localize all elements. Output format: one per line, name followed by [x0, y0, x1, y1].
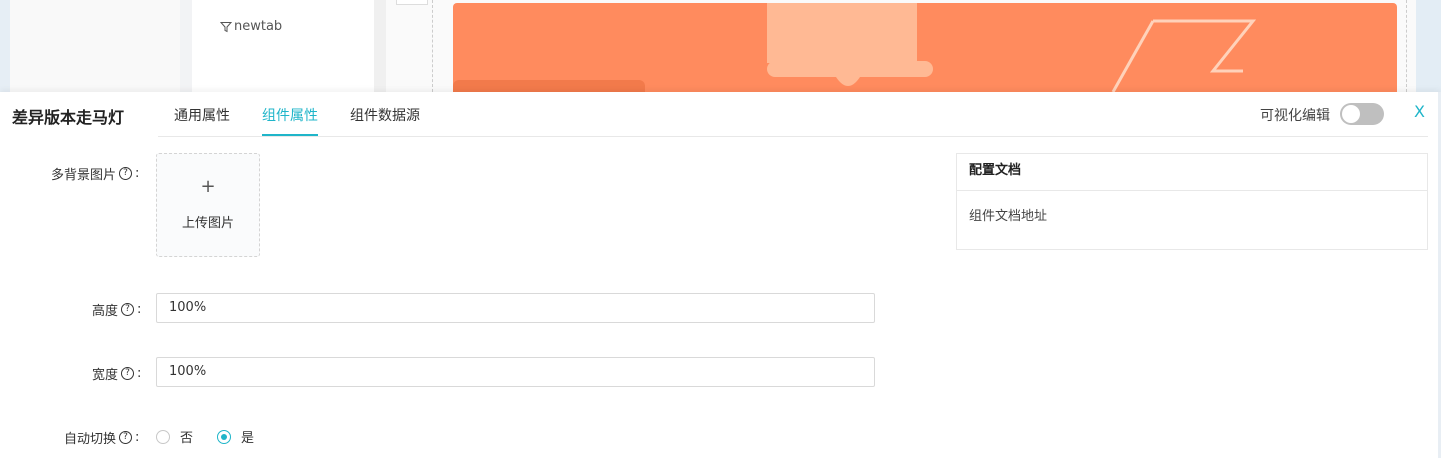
radio-autoplay-yes[interactable]: [217, 429, 232, 444]
tab-component-props[interactable]: 组件属性: [262, 105, 318, 125]
radio-autoplay-no[interactable]: [156, 429, 170, 444]
visual-edit-label: 可视化编辑: [1260, 108, 1330, 124]
canvas-guide-right: [1406, 0, 1407, 92]
help-icon[interactable]: ?: [121, 367, 135, 380]
help-icon[interactable]: ?: [121, 303, 135, 316]
toggle-knob: [1342, 105, 1360, 123]
label-colon: :: [137, 302, 142, 317]
component-sidebar: [10, 0, 180, 92]
banner-illustration: [453, 3, 1257, 92]
height-label-row: 高度 ? :: [92, 300, 141, 319]
layer-tree-gutter: [374, 0, 386, 92]
tree-item-newtab[interactable]: newtab: [220, 19, 282, 34]
bg-images-label-row: 多背景图片 ? :: [51, 164, 139, 183]
width-input[interactable]: [156, 357, 875, 387]
config-doc-card: 配置文档 组件文档地址: [956, 153, 1428, 250]
plus-icon: +: [200, 176, 216, 197]
tree-item-label: newtab: [234, 19, 283, 34]
carousel-preview-banner[interactable]: [453, 3, 1397, 92]
layer-tree: [192, 0, 374, 92]
tab-divider: [158, 136, 1428, 137]
autoplay-label: 自动切换: [64, 432, 117, 447]
radio-autoplay-yes-label[interactable]: 是: [241, 427, 254, 446]
tab-general-props[interactable]: 通用属性: [174, 105, 230, 125]
canvas-ruler-tab: [396, 0, 428, 5]
tab-component-datasource[interactable]: 组件数据源: [350, 105, 420, 125]
width-label: 宽度: [92, 368, 119, 383]
property-panel: 差异版本走马灯 通用属性 组件属性 组件数据源 可视化编辑 X 多背景图片 ? …: [0, 92, 1441, 458]
upload-image-button[interactable]: + 上传图片: [156, 153, 260, 257]
left-edge-bar: [0, 0, 10, 92]
right-edge-bar: [1416, 0, 1441, 92]
canvas-guide-left: [432, 0, 433, 92]
label-colon: :: [135, 430, 140, 445]
width-label-row: 宽度 ? :: [92, 364, 141, 383]
radio-autoplay-no-label[interactable]: 否: [180, 427, 193, 446]
visual-edit-toggle[interactable]: [1340, 103, 1384, 125]
panel-tabs: 通用属性 组件属性 组件数据源: [0, 92, 1430, 136]
component-doc-link[interactable]: 组件文档地址: [969, 205, 1047, 224]
autoplay-radio-group: 否 是: [156, 427, 278, 446]
config-doc-divider: [957, 190, 1427, 191]
label-colon: :: [135, 166, 140, 181]
help-icon[interactable]: ?: [119, 431, 133, 444]
label-colon: :: [137, 366, 142, 381]
height-label: 高度: [92, 304, 119, 319]
config-doc-title: 配置文档: [969, 163, 1022, 178]
help-icon[interactable]: ?: [119, 167, 133, 180]
close-icon[interactable]: X: [1414, 102, 1425, 121]
height-input[interactable]: [156, 293, 875, 323]
bg-images-label: 多背景图片: [51, 168, 117, 183]
autoplay-label-row: 自动切换 ? :: [64, 428, 139, 447]
upload-image-label: 上传图片: [181, 216, 234, 231]
filter-icon: [220, 21, 232, 32]
